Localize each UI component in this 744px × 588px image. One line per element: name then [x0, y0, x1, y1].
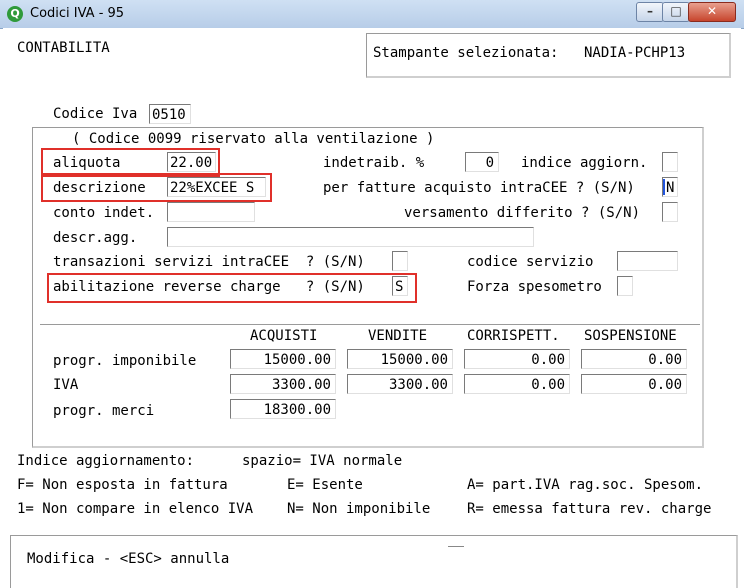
legend-item-1: 1= Non compare in elenco IVA [17, 501, 254, 517]
codice-iva-label: Codice Iva [53, 106, 138, 122]
row-label-iva: IVA [53, 377, 79, 393]
close-icon: ✕ [706, 4, 718, 18]
printer-label: Stampante selezionata: [373, 45, 559, 61]
imponibile-corrispett[interactable]: 0.00 [464, 349, 570, 369]
close-button[interactable]: ✕ [688, 2, 736, 22]
section-divider [40, 324, 700, 326]
indetraib-label: indetraib. % [323, 155, 425, 171]
conto-indet-input[interactable] [167, 202, 255, 222]
transazioni-servizi-input[interactable] [392, 251, 408, 271]
indice-aggiorn-input[interactable] [662, 152, 678, 172]
legend-item-r: R= emessa fattura rev. charge [467, 501, 712, 517]
col-header-vendite: VENDITE [368, 328, 428, 344]
printer-panel: Stampante selezionata: NADIA-PCHP13 [366, 33, 731, 78]
transazioni-servizi-label: transazioni servizi intraCEE ? (S/N) [53, 254, 365, 270]
highlight-reverse-charge [47, 273, 417, 303]
maximize-button[interactable]: □ [662, 2, 690, 22]
indice-aggiorn-label: indice aggiorn. [521, 155, 648, 171]
imponibile-sospensione[interactable]: 0.00 [581, 349, 687, 369]
conto-indet-label: conto indet. [53, 205, 155, 221]
status-panel: Modifica - <ESC> annulla [10, 535, 738, 588]
highlight-descrizione [41, 173, 272, 202]
fatture-intracee-label: per fatture acquisto intraCEE ? (S/N) [323, 180, 635, 196]
codice-servizio-label: codice servizio [467, 254, 594, 270]
legend-item-a: A= part.IVA rag.soc. Spesom. [467, 477, 704, 493]
title-bar: Q Codici IVA - 95 – □ ✕ [0, 0, 744, 29]
col-header-sospensione: SOSPENSIONE [584, 328, 677, 344]
col-header-acquisti: ACQUISTI [250, 328, 318, 344]
merci-acquisti[interactable]: 18300.00 [230, 399, 336, 419]
row-label-imponibile: progr. imponibile [53, 353, 197, 369]
text-caret [663, 179, 665, 195]
descr-agg-input[interactable] [167, 227, 534, 247]
forza-spesometro-label: Forza spesometro [467, 279, 602, 295]
col-header-corrispett: CORRISPETT. [467, 328, 560, 344]
codice-iva-input[interactable]: 0510 [149, 104, 191, 124]
legend-spazio: spazio= IVA normale [242, 453, 403, 469]
maximize-icon: □ [670, 4, 682, 18]
descr-agg-label: descr.agg. [53, 230, 138, 246]
legend-item-f: F= Non esposta in fattura [17, 477, 228, 493]
minimize-button[interactable]: – [636, 2, 664, 22]
row-label-merci: progr. merci [53, 403, 155, 419]
iva-vendite[interactable]: 3300.00 [347, 374, 453, 394]
printer-name: NADIA-PCHP13 [584, 45, 686, 61]
section-title: CONTABILITA [17, 40, 110, 56]
app-logo-icon: Q [7, 6, 23, 22]
cursor-mark [448, 546, 464, 547]
versamento-differito-label: versamento differito ? (S/N) [404, 205, 641, 221]
legend-item-e: E= Esente [287, 477, 363, 493]
window-title: Codici IVA - 95 [30, 6, 125, 21]
iva-sospensione[interactable]: 0.00 [581, 374, 687, 394]
codice-servizio-input[interactable] [617, 251, 678, 271]
minimize-icon: – [647, 4, 653, 18]
legend-item-n: N= Non imponibile [287, 501, 431, 517]
status-text: Modifica - <ESC> annulla [27, 551, 230, 567]
imponibile-vendite[interactable]: 15000.00 [347, 349, 453, 369]
iva-corrispett[interactable]: 0.00 [464, 374, 570, 394]
iva-acquisti[interactable]: 3300.00 [230, 374, 336, 394]
indetraib-input[interactable]: 0 [465, 152, 499, 172]
versamento-differito-input[interactable] [662, 202, 678, 222]
forza-spesometro-input[interactable] [617, 276, 633, 296]
legend-title: Indice aggiornamento: [17, 453, 195, 469]
imponibile-acquisti[interactable]: 15000.00 [230, 349, 336, 369]
ventilazione-note: ( Codice 0099 riservato alla ventilazion… [72, 131, 435, 147]
